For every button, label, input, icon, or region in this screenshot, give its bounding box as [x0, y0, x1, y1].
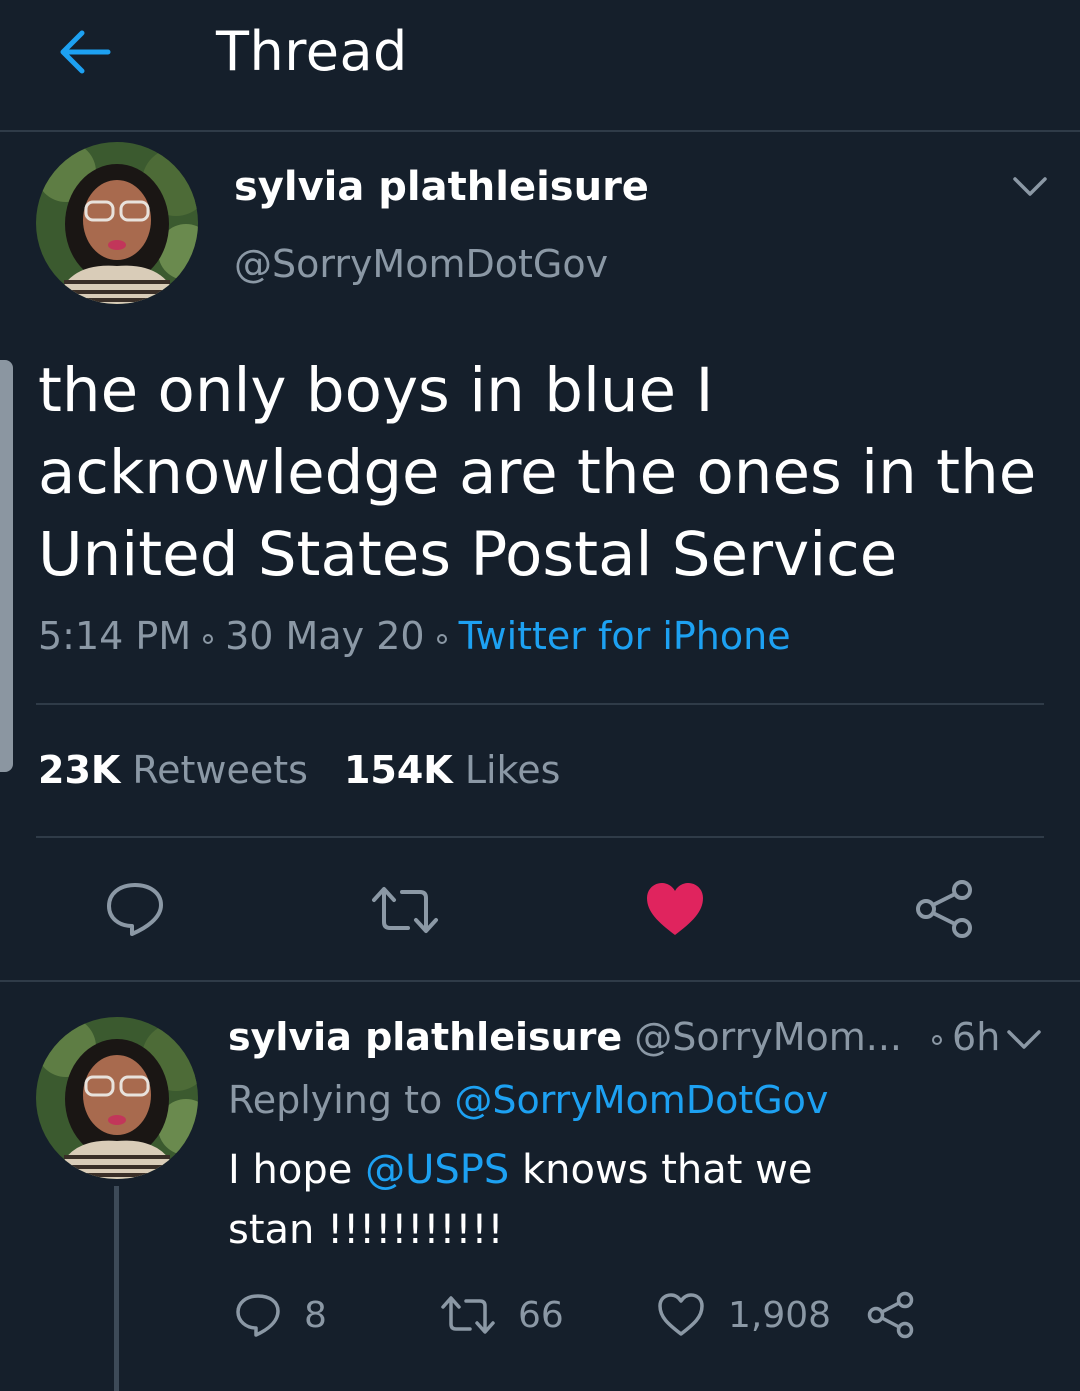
- arrow-left-icon: [60, 30, 111, 74]
- author-handle[interactable]: @SorryMomDotGov: [234, 242, 608, 286]
- separator-dot: [932, 1034, 943, 1045]
- reply-like-button[interactable]: 1,908: [656, 1290, 831, 1340]
- like-count: 1,908: [728, 1294, 832, 1336]
- share-icon: [867, 1291, 914, 1339]
- reply-author-name[interactable]: sylvia plathleisure: [228, 1015, 622, 1059]
- separator-dot: [436, 633, 447, 644]
- heart-outline-icon: [658, 1293, 704, 1336]
- share-button[interactable]: [914, 878, 976, 944]
- chevron-down-icon: [1013, 177, 1047, 196]
- tweet-time: 5:14 PM: [38, 614, 192, 658]
- thread-connector-line: [114, 1186, 119, 1391]
- like-button[interactable]: [644, 880, 706, 942]
- replying-to-handle-link[interactable]: @SorryMomDotGov: [454, 1078, 828, 1122]
- chevron-down-icon: [1007, 1030, 1041, 1049]
- separator-dot: [203, 633, 214, 644]
- heart-filled-icon: [647, 883, 703, 935]
- reply-reply-button[interactable]: 8: [234, 1290, 327, 1340]
- tweet-date: 30 May 20: [225, 614, 425, 658]
- page-title: Thread: [216, 20, 408, 83]
- divider: [36, 836, 1044, 838]
- reply-share-button[interactable]: [866, 1290, 916, 1340]
- reply-author-handle[interactable]: @SorryMom...: [634, 1015, 902, 1059]
- reply-retweet-button[interactable]: 66: [440, 1290, 564, 1340]
- back-button[interactable]: [52, 22, 116, 82]
- top-bar: Thread: [0, 0, 1080, 132]
- tweet-meta: 5:14 PM 30 May 20 Twitter for iPhone: [38, 614, 791, 658]
- retweet-icon: [441, 1296, 495, 1334]
- tweet-stats: 23K Retweets 154K Likes: [38, 748, 560, 792]
- author-name[interactable]: sylvia plathleisure: [234, 164, 649, 210]
- thread-screen: Thread sylvia plathleisure @SorryMomDotG…: [0, 0, 1080, 1391]
- retweet-icon: [372, 887, 438, 933]
- scrollbar[interactable]: [0, 360, 13, 772]
- share-icon: [916, 880, 972, 938]
- retweet-button[interactable]: [370, 884, 440, 940]
- comment-icon: [236, 1294, 280, 1337]
- retweet-count: 66: [518, 1294, 564, 1336]
- reply-button[interactable]: [104, 880, 166, 942]
- avatar[interactable]: [36, 142, 198, 304]
- tweet-source-link[interactable]: Twitter for iPhone: [459, 614, 791, 658]
- section-divider: [0, 980, 1080, 982]
- comment-icon: [107, 883, 163, 936]
- mention-link[interactable]: @USPS: [365, 1147, 509, 1193]
- replying-to: Replying to @SorryMomDotGov: [228, 1078, 829, 1122]
- tweet-text: the only boys in blue I acknowledge are …: [38, 355, 1037, 590]
- divider: [36, 703, 1044, 705]
- likes-stat[interactable]: 154K Likes: [344, 748, 560, 792]
- avatar[interactable]: [36, 1017, 198, 1179]
- reply-count: 8: [304, 1294, 327, 1336]
- tweet-menu-button[interactable]: [1010, 170, 1050, 202]
- reply-age: 6h: [952, 1015, 1001, 1059]
- reply-text: I hope @USPS knows that we stan !!!!!!!!…: [228, 1147, 813, 1253]
- reply-menu-button[interactable]: [1004, 1024, 1044, 1054]
- retweets-stat[interactable]: 23K Retweets: [38, 748, 308, 792]
- reply-header: sylvia plathleisure @SorryMom... 6h: [228, 1015, 1000, 1059]
